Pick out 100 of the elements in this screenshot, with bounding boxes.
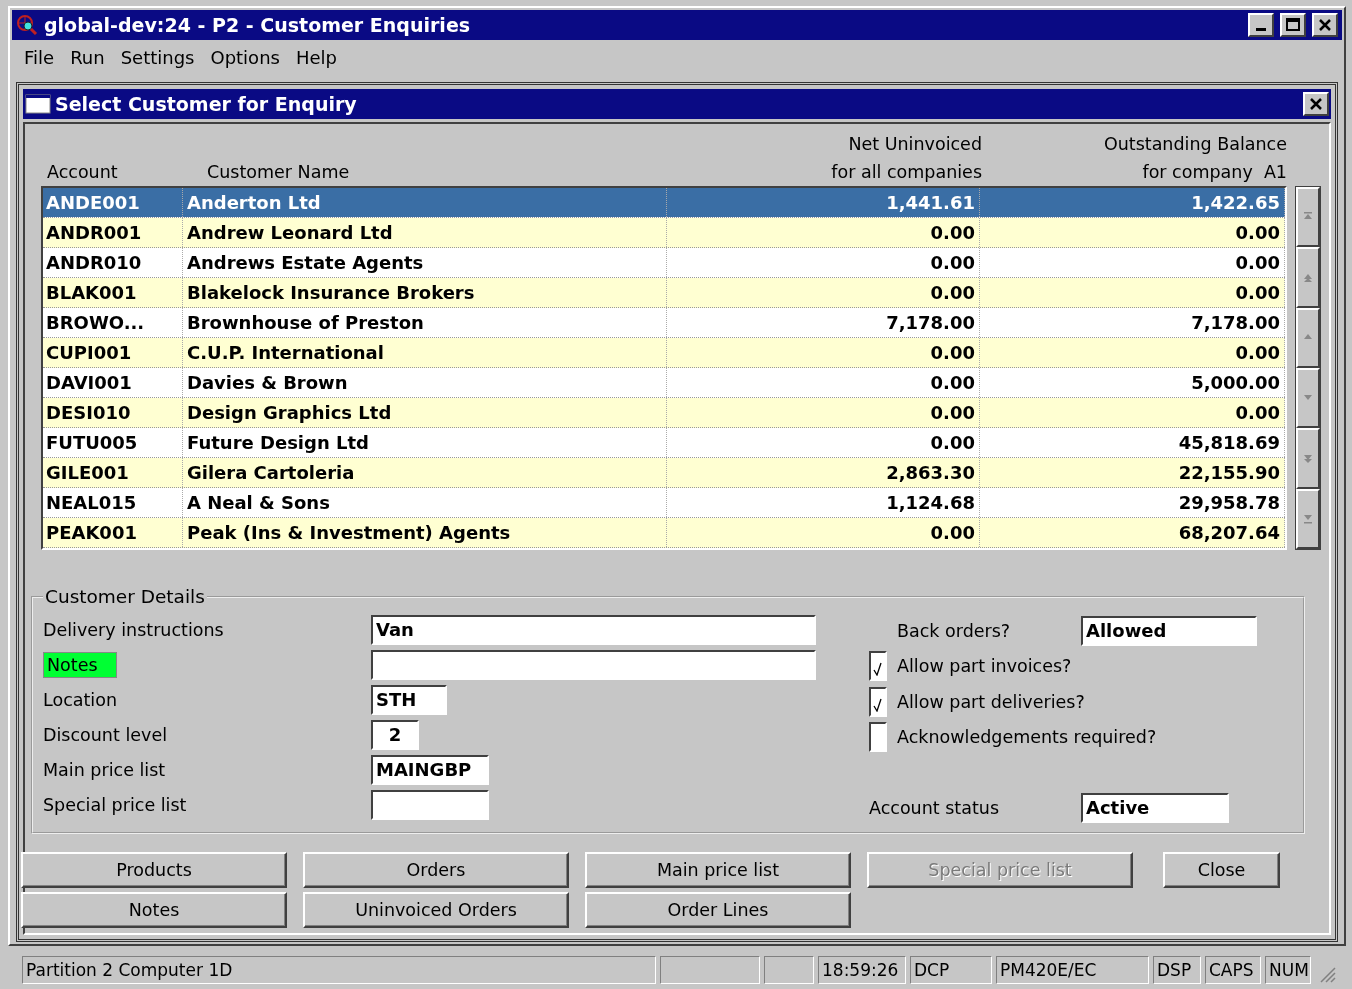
table-cell: 0.00 xyxy=(980,248,1285,277)
field-label: Account status xyxy=(869,798,1000,819)
table-cell: 0.00 xyxy=(667,368,980,397)
input-field[interactable] xyxy=(371,789,489,820)
table-cell: Andrews Estate Agents xyxy=(183,248,667,277)
table-cell: NEAL015 xyxy=(43,488,183,517)
action-button[interactable]: Notes xyxy=(21,892,287,928)
checkbox[interactable] xyxy=(869,651,887,682)
table-row[interactable]: BLAK001 Blakelock Insurance Brokers 0.00 0.00 xyxy=(43,278,1285,308)
table-cell: 22,155.90 xyxy=(980,458,1285,487)
table-cell: 0.00 xyxy=(667,338,980,367)
table-cell: ANDE001 xyxy=(43,188,183,217)
menu-item[interactable]: Options xyxy=(204,46,290,68)
action-button[interactable]: Orders xyxy=(303,852,569,888)
field-label: Delivery instructions xyxy=(43,620,224,641)
close-icon xyxy=(1309,97,1323,111)
table-cell: 68,207.64 xyxy=(980,518,1285,547)
input-field[interactable] xyxy=(371,650,816,681)
table-cell: Blakelock Insurance Brokers xyxy=(183,278,667,307)
table-cell: 45,818.69 xyxy=(980,428,1285,457)
action-button[interactable]: Order Lines xyxy=(585,892,851,928)
table-cell: ANDR010 xyxy=(43,248,183,277)
field-label: Main price list xyxy=(43,759,166,780)
close-icon xyxy=(1318,18,1332,32)
table-row[interactable]: CUPI001 C.U.P. International 0.00 0.00 xyxy=(43,338,1285,368)
table-row[interactable]: DESI010 Design Graphics Ltd 0.00 0.00 xyxy=(43,398,1285,428)
column-header: Customer Name xyxy=(206,161,351,184)
action-button[interactable]: Products xyxy=(21,852,287,888)
table-row[interactable]: ANDR001 Andrew Leonard Ltd 0.00 0.00 xyxy=(43,218,1285,248)
window-title: global-dev:24 - P2 - Customer Enquiries xyxy=(44,14,472,36)
table-cell: 0.00 xyxy=(980,398,1285,427)
field-label: Discount level xyxy=(43,724,167,745)
table-cell: ANDR001 xyxy=(43,218,183,247)
action-button[interactable]: Uninvoiced Orders xyxy=(303,892,569,928)
minimize-icon xyxy=(1256,28,1266,31)
page-down-button[interactable] xyxy=(1296,428,1320,489)
maximize-button[interactable] xyxy=(1280,13,1306,37)
scroll-to-bottom-button[interactable] xyxy=(1296,488,1320,549)
table-cell: 0.00 xyxy=(667,518,980,547)
scroll-up-button[interactable] xyxy=(1296,307,1320,368)
status-text: DSP xyxy=(1153,956,1201,984)
maximize-icon xyxy=(1286,18,1300,32)
table-cell: 0.00 xyxy=(667,248,980,277)
table-cell: BROWO... xyxy=(43,308,183,337)
checkbox-label: Acknowledgements required? xyxy=(897,727,1157,748)
table-row[interactable]: GILE001 Gilera Cartoleria 2,863.30 22,155.90 xyxy=(43,458,1285,488)
status-text: DCP xyxy=(910,956,992,984)
table-cell: Brownhouse of Preston xyxy=(183,308,667,337)
table-cell: 1,124.68 xyxy=(667,488,980,517)
dialog-title: Select Customer for Enquiry xyxy=(55,93,358,115)
table-cell: Peak (Ins & Investment) Agents xyxy=(183,518,667,547)
page-up-button[interactable] xyxy=(1296,247,1320,308)
table-cell: DAVI001 xyxy=(43,368,183,397)
table-cell: Gilera Cartoleria xyxy=(183,458,667,487)
table-row[interactable]: PEAK001 Peak (Ins & Investment) Agents 0.00 68,207.64 xyxy=(43,518,1285,548)
checkbox[interactable] xyxy=(869,722,887,753)
table-cell: 0.00 xyxy=(667,278,980,307)
scroll-to-top-button[interactable] xyxy=(1296,187,1320,248)
table-row[interactable]: ANDE001 Anderton Ltd 1,441.61 1,422.65 xyxy=(43,188,1285,218)
table-cell: GILE001 xyxy=(43,458,183,487)
close-button[interactable] xyxy=(1303,92,1329,116)
input-field[interactable]: 2 xyxy=(371,719,419,750)
table-cell: C.U.P. International xyxy=(183,338,667,367)
table-cell: DESI010 xyxy=(43,398,183,427)
table-cell: A Neal & Sons xyxy=(183,488,667,517)
table-cell: 5,000.00 xyxy=(980,368,1285,397)
input-field[interactable]: Allowed xyxy=(1081,615,1257,646)
status-text: Partition 2 Computer 1D xyxy=(22,956,656,984)
table-cell: Davies & Brown xyxy=(183,368,667,397)
menu-item[interactable]: Help xyxy=(289,46,347,68)
action-button[interactable]: Main price list xyxy=(585,852,851,888)
table-cell: 29,958.78 xyxy=(980,488,1285,517)
globe-magnifier-icon xyxy=(16,14,38,36)
status-text: CAPS xyxy=(1205,956,1261,984)
action-button[interactable]: Close xyxy=(1163,852,1280,888)
input-field[interactable]: MAINGBP xyxy=(371,754,489,785)
table-cell: 0.00 xyxy=(667,398,980,427)
table-cell: Andrew Leonard Ltd xyxy=(183,218,667,247)
close-button[interactable] xyxy=(1312,13,1338,37)
check-icon xyxy=(873,662,883,677)
menu-item[interactable]: Settings xyxy=(114,46,205,68)
minimize-button[interactable] xyxy=(1248,13,1274,37)
status-text: PM420E/EC xyxy=(996,956,1149,984)
table-cell: 7,178.00 xyxy=(667,308,980,337)
menu-item[interactable]: Run xyxy=(64,46,115,68)
checkbox[interactable] xyxy=(869,686,887,717)
checkbox-label: Allow part deliveries? xyxy=(897,691,1085,712)
menu-item[interactable]: File xyxy=(18,46,65,68)
table-cell: FUTU005 xyxy=(43,428,183,457)
input-field[interactable]: Van xyxy=(371,615,816,646)
table-cell: PEAK001 xyxy=(43,518,183,547)
input-field[interactable]: STH xyxy=(371,685,447,716)
status-text: NUM xyxy=(1265,956,1311,984)
scroll-down-button[interactable] xyxy=(1296,368,1320,429)
status-pane xyxy=(764,956,814,984)
table-cell: Design Graphics Ltd xyxy=(183,398,667,427)
table-cell: 0.00 xyxy=(667,218,980,247)
input-field[interactable]: Active xyxy=(1081,793,1229,824)
column-header: Outstanding Balance for company A1 xyxy=(1102,133,1288,184)
table-cell: 0.00 xyxy=(980,218,1285,247)
